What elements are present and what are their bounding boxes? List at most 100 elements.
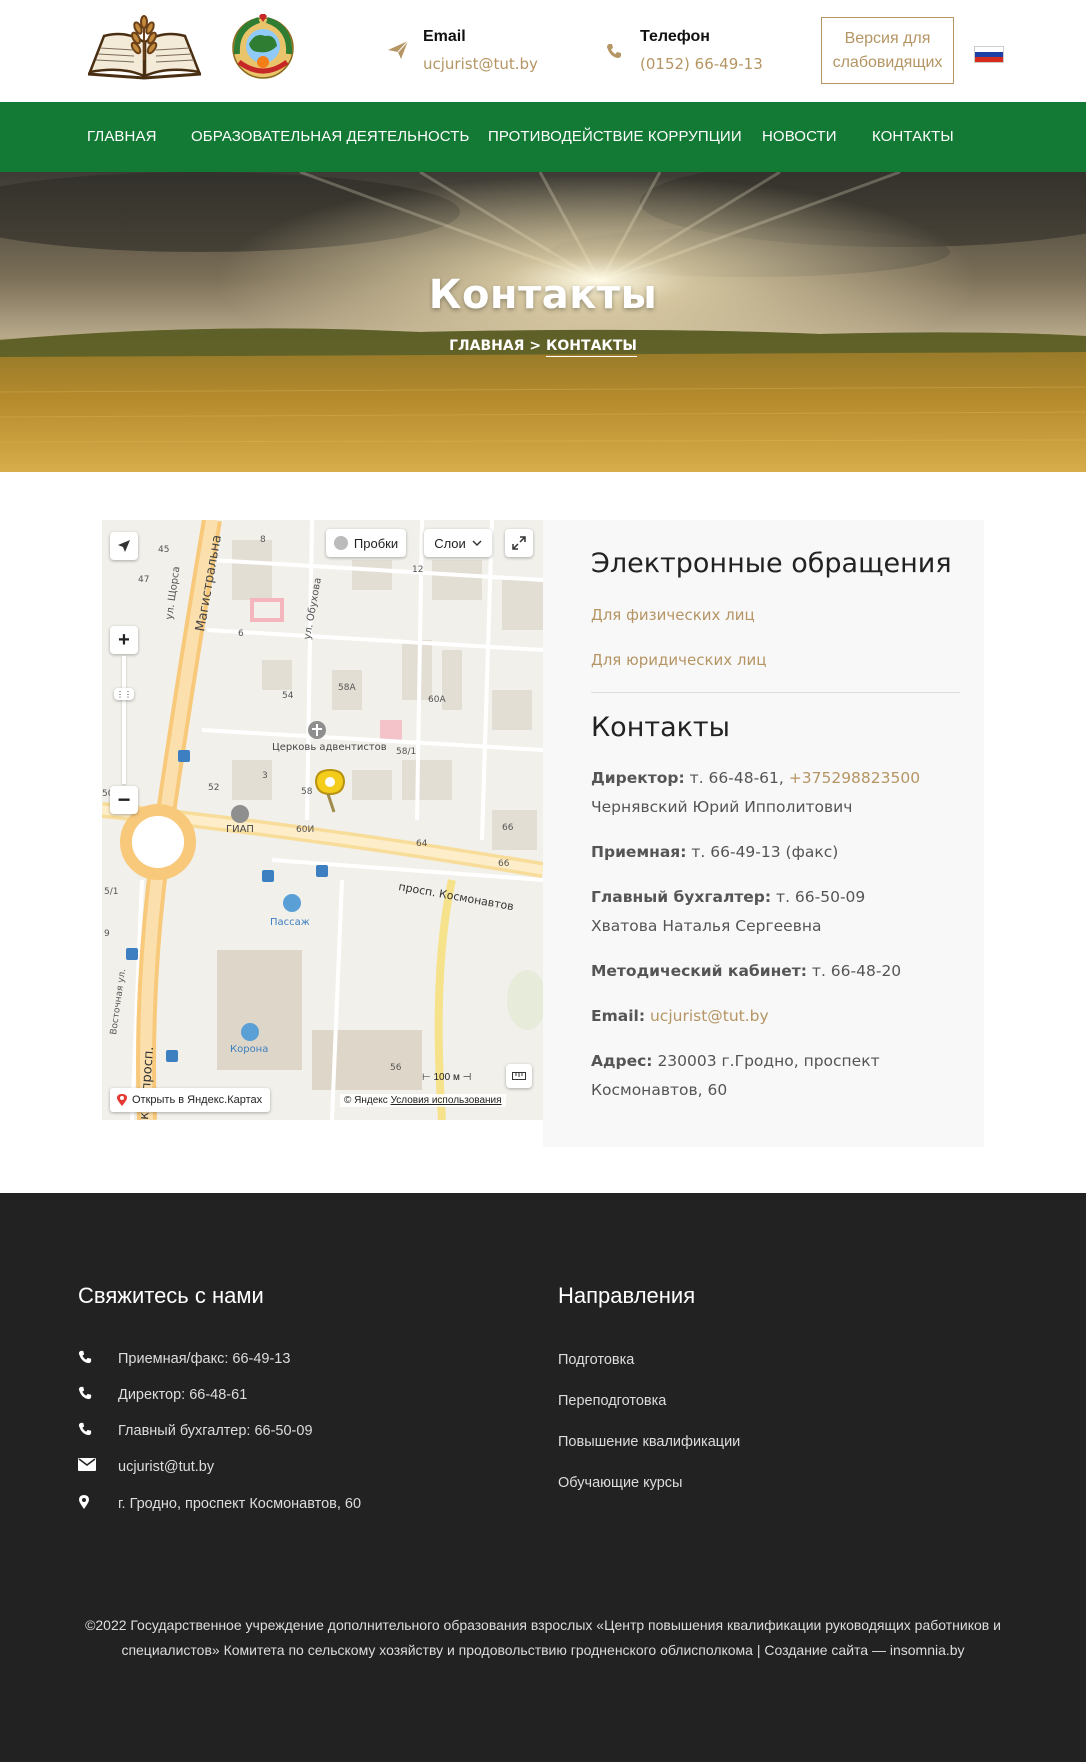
map-label: 9 [104,929,110,939]
footer-direction-link[interactable]: Обучающие курсы [558,1475,682,1491]
map-label: Пассаж [270,917,310,928]
nav-item-contacts[interactable]: КОНТАКТЫ [872,128,954,145]
footer-contact-text: Директор: 66-48-61 [118,1387,248,1403]
wheat-field-sunrise-image [0,172,1086,472]
map-label: Церковь адвентистов [272,742,387,753]
footer-direction-link[interactable]: Повышение квалификации [558,1434,740,1450]
ruler-icon [512,1072,526,1080]
locate-me-button[interactable] [110,532,138,560]
map-canvas[interactable]: Магистральна ул. Щорса ул. Обухова просп… [102,520,543,1120]
breadcrumb-home[interactable]: ГЛАВНАЯ [449,338,524,354]
accountant-name: Хватова Наталья Сергеевна [591,917,822,935]
address-label: Адрес: [591,1052,653,1070]
reception-value: т. 66-49-13 (факс) [686,843,839,861]
footer-contact-title: Свяжитесь с нами [78,1283,264,1308]
zoom-slider-track[interactable] [122,656,126,784]
zoom-out-button[interactable]: − [110,786,138,814]
map-label: ГИАП [226,824,254,835]
footer-copyright: ©2022 Государственное учреждение дополни… [85,1617,1001,1658]
phone-value[interactable]: (0152) 66-49-13 [640,55,763,73]
expand-icon [512,536,526,550]
breadcrumb-current: КОНТАКТЫ [545,338,637,357]
director-mobile-link[interactable]: +375298823500 [789,769,920,787]
site-footer: Свяжитесь с нами Приемная/факс: 66-49-13… [0,1193,1086,1762]
phone-label: Телефон [640,28,710,45]
footer-contact-item: Главный бухгалтер: 66-50-09 [78,1422,313,1440]
reception-contact: Приемная: т. 66-49-13 (факс) [591,838,971,867]
low-vision-version-button[interactable]: Версия для слабовидящих [821,17,954,84]
email-label: Email [423,28,466,45]
footer-direction-link[interactable]: Переподготовка [558,1393,666,1409]
director-name: Чернявский Юрий Ипполитович [591,798,853,816]
yandex-map[interactable]: Магистральна ул. Щорса ул. Обухова просп… [102,520,543,1120]
traffic-label: Пробки [353,535,399,551]
open-in-yandex-maps-link[interactable]: Открыть в Яндекс.Картах [110,1088,271,1112]
map-scale-label: 100 м [433,1072,460,1083]
appeal-individuals-link[interactable]: Для физических лиц [591,606,755,624]
contact-info-panel: Электронные обращения Для физических лиц… [543,520,984,1147]
footer-contact-item: Директор: 66-48-61 [78,1386,247,1404]
chevron-down-icon [472,539,482,546]
map-label: 5/1 [104,887,118,897]
map-label: 12 [412,565,423,575]
email-contact-label: Email: [591,1007,646,1025]
nav-item-news[interactable]: НОВОСТИ [762,128,837,145]
fullscreen-button[interactable] [505,529,533,557]
director-contact: Директор: т. 66-48-61, +375298823500 Чер… [591,764,971,822]
contacts-title: Контакты [591,712,730,743]
reception-label: Приемная: [591,843,687,861]
methodical-office-contact: Методический кабинет: т. 66-48-20 [591,957,971,986]
russian-flag-icon[interactable] [974,46,1004,63]
phone-icon [78,1422,118,1440]
main-navigation: ГЛАВНАЯ ОБРАЗОВАТЕЛЬНАЯ ДЕЯТЕЛЬНОСТЬ ПРО… [0,102,1086,172]
appeal-legal-entities-link[interactable]: Для юридических лиц [591,651,766,669]
footer-email-link[interactable]: ucjurist@tut.by [118,1459,214,1475]
accountant-contact: Главный бухгалтер: т. 66-50-09 Хватова Н… [591,883,971,941]
email-contact-link[interactable]: ucjurist@tut.by [650,1007,769,1025]
map-label: 58/1 [396,747,416,757]
hero-banner: Контакты ГЛАВНАЯ > КОНТАКТЫ [0,172,1086,472]
map-label: Корона [230,1044,268,1055]
footer-contact-item: Приемная/факс: 66-49-13 [78,1350,290,1368]
nav-item-education[interactable]: ОБРАЗОВАТЕЛЬНАЯ ДЕЯТЕЛЬНОСТЬ [191,128,469,145]
map-label: 47 [138,575,149,585]
map-label: 56 [390,1063,402,1073]
map-label: 64 [416,839,428,849]
map-label: 66 [498,859,510,869]
map-label: 66 [502,823,514,833]
map-label: 60А [428,695,446,705]
address-contact: Адрес: 230003 г.Гродно, проспект Космона… [591,1047,971,1105]
footer-contact-text: г. Гродно, проспект Космонавтов, 60 [118,1496,362,1512]
layers-button[interactable]: Слои [424,529,492,557]
map-label: 60И [296,825,314,835]
book-wheat-logo[interactable] [86,14,203,80]
map-label: 58 [301,787,313,797]
footer-direction-link[interactable]: Подготовка [558,1352,634,1368]
methodical-office-value: т. 66-48-20 [807,962,902,980]
map-label: 54 [282,691,294,701]
belarus-emblem-logo [232,14,294,79]
zoom-slider-handle[interactable]: ⋮⋮ [114,688,134,700]
terms-of-use-link[interactable]: Условия использования [391,1095,502,1106]
zoom-in-button[interactable]: + [110,626,138,654]
paper-plane-icon [388,40,409,59]
navigation-arrow-icon [118,540,130,552]
footer-directions-title: Направления [558,1283,696,1308]
divider [591,692,960,693]
map-attribution: © Яндекс Условия использования [340,1094,506,1107]
traffic-button[interactable]: Пробки [326,529,406,557]
director-phone: т. 66-48-61, [684,769,789,787]
email-value[interactable]: ucjurist@tut.by [423,55,538,73]
accountant-label: Главный бухгалтер: [591,888,772,906]
ruler-button[interactable] [506,1064,532,1088]
nav-item-anticorruption[interactable]: ПРОТИВОДЕЙСТВИЕ КОРРУПЦИИ [488,128,742,145]
yandex-copyright: © Яндекс [344,1095,388,1106]
footer-contact-text: Приемная/факс: 66-49-13 [118,1351,291,1367]
traffic-light-icon [333,536,348,550]
map-pin-icon [78,1494,118,1514]
layers-label: Слои [434,535,466,551]
map-pin-icon [117,1094,127,1106]
map-scale: ⊢ 100 м ⊣ [422,1072,472,1083]
nav-item-home[interactable]: ГЛАВНАЯ [87,128,157,145]
breadcrumb-separator: > [524,338,546,354]
